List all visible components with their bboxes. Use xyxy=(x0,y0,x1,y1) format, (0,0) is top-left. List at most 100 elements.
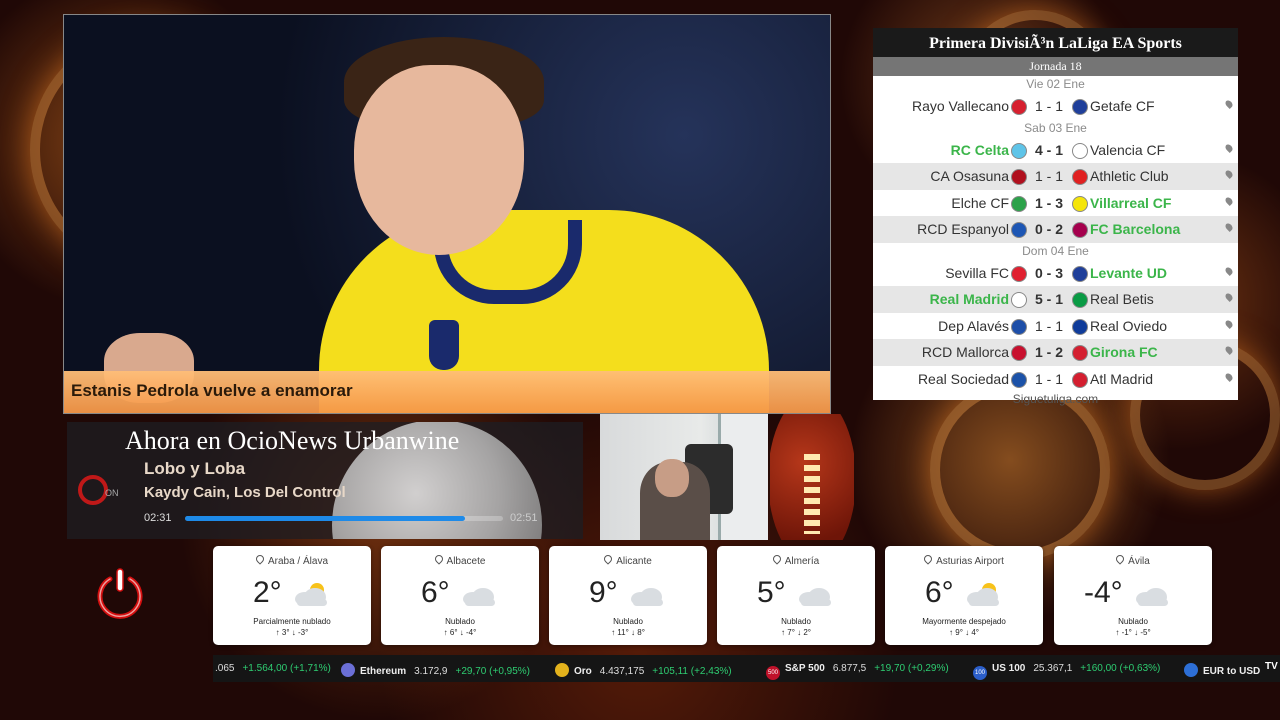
cloudy-icon xyxy=(1136,588,1168,606)
away-team: Villarreal CF xyxy=(1090,194,1172,211)
market-ticker: .065 +1.564,00 (+1,71%) Ethereum 3.172,9 +2… xyxy=(213,655,1280,682)
away-badge-icon xyxy=(1072,265,1088,282)
news-hero[interactable]: Estanis Pedrola vuelve a enamorar xyxy=(63,14,831,414)
match-row[interactable]: CA Osasuna 1 - 1 Athletic Club xyxy=(873,163,1238,190)
weather-temperature: 9° xyxy=(589,576,618,609)
weather-card[interactable]: Ávila -4° Nublado ↑ -1° ↓ -5° xyxy=(1054,546,1212,645)
progress-bar[interactable] xyxy=(185,516,503,521)
away-team: Real Oviedo xyxy=(1090,317,1168,334)
location-pin-icon[interactable] xyxy=(1224,222,1234,232)
home-badge-icon xyxy=(1011,222,1027,238)
weather-card[interactable]: Albacete 6° Nublado ↑ 6° ↓ -4° xyxy=(381,546,539,645)
elapsed-time: 02:31 xyxy=(144,512,172,524)
home-badge-icon xyxy=(1011,292,1027,308)
weather-condition: Nublado xyxy=(445,617,475,626)
home-team: RC Celta xyxy=(950,141,1009,158)
power-icon[interactable] xyxy=(94,567,146,619)
ticker-name: EUR to USD xyxy=(1203,666,1261,677)
song-artist: Kaydy Cain, Los Del Control xyxy=(144,484,346,501)
match-row[interactable]: Real Sociedad 1 - 1 Atl Madrid xyxy=(873,366,1238,393)
location-pin-icon xyxy=(1114,553,1126,565)
weather-hi-lo: ↑ 9° ↓ 4° xyxy=(949,628,979,637)
weather-card[interactable]: Araba / Álava 2° Parcialmente nublado ↑ 3° … xyxy=(213,546,371,645)
away-team: Athletic Club xyxy=(1090,168,1169,184)
match-row[interactable]: Elche CF 1 - 3 Villarreal CF xyxy=(873,190,1238,217)
match-row[interactable]: Sevilla FC 0 - 3 Levante UD xyxy=(873,260,1238,287)
weather-location: Araba / Álava xyxy=(213,553,371,567)
match-score: 1 - 2 xyxy=(1034,344,1063,360)
ticker-item[interactable]: 500 S&P 500 6.877,5 +19,70 (+0,29%) xyxy=(766,663,949,680)
location-pin-icon[interactable] xyxy=(1224,371,1234,382)
cloudy-icon xyxy=(631,588,663,606)
location-pin-icon[interactable] xyxy=(1224,345,1234,355)
match-row[interactable]: RCD Mallorca 1 - 2 Girona FC xyxy=(873,339,1238,366)
location-pin-icon[interactable] xyxy=(1224,99,1234,109)
weather-card[interactable]: Asturias Airport 6° Mayormente despejado ↑ … xyxy=(885,546,1043,645)
weather-location: Almería xyxy=(717,553,875,567)
weather-condition: Parcialmente nublado xyxy=(253,617,331,626)
location-pin-icon xyxy=(432,553,445,565)
weather-location: Ávila xyxy=(1054,553,1212,567)
match-score: 1 - 1 xyxy=(1034,98,1063,114)
ticker-price: 25.367,1 xyxy=(1033,663,1073,674)
weather-condition: Nublado xyxy=(1118,617,1148,626)
match-score: 1 - 1 xyxy=(1034,168,1063,184)
match-row[interactable]: RC Celta 4 - 1 Valencia CF xyxy=(873,137,1238,164)
match-row[interactable]: Real Madrid 5 - 1 Real Betis xyxy=(873,286,1238,313)
location-pin-icon[interactable] xyxy=(1224,142,1234,153)
football-laces xyxy=(804,454,820,534)
ticker-item[interactable]: Oro 4.437,175 +105,11 (+2,43%) xyxy=(555,663,732,677)
league-source[interactable]: Siguetuliga.com xyxy=(873,392,1238,410)
ticker-change: +160,00 (+0,63%) xyxy=(1080,663,1161,674)
ticker-item[interactable]: Ethereum 3.172,9 +29,70 (+0,95%) xyxy=(341,663,530,677)
weather-condition: Nublado xyxy=(613,617,643,626)
away-badge-icon xyxy=(1072,142,1088,159)
ticker-price: 4.437,175 xyxy=(599,666,645,677)
ticker-item[interactable]: EUR to USD xyxy=(1184,663,1276,677)
location-pin-icon[interactable] xyxy=(1224,195,1234,206)
match-row[interactable]: Dep Alavés 1 - 1 Real Oviedo xyxy=(873,313,1238,340)
ticker-symbol-icon: 100 xyxy=(973,666,987,680)
ticker-item[interactable]: 100 US 100 25.367,1 +160,00 (+0,63%) xyxy=(973,663,1160,680)
now-playing-widget: ON Ahora en OcioNews Urbanwine Lobo y Lo… xyxy=(67,422,583,539)
ticker-symbol-icon xyxy=(1184,663,1198,677)
ticker-name: US 100 xyxy=(992,663,1026,674)
away-badge-icon xyxy=(1072,195,1088,212)
home-team: Sevilla FC xyxy=(945,264,1009,281)
home-badge-icon xyxy=(1011,195,1027,212)
match-score: 0 - 3 xyxy=(1034,264,1063,281)
match-score: 1 - 3 xyxy=(1034,194,1063,211)
home-team: Elche CF xyxy=(951,194,1009,211)
ticker-change: +19,70 (+0,29%) xyxy=(874,663,949,674)
football-graphic xyxy=(770,414,854,540)
location-pin-icon[interactable] xyxy=(1224,292,1234,302)
ticker-change: +105,11 (+2,43%) xyxy=(652,666,732,677)
club-crest xyxy=(429,320,459,370)
weather-temperature: 2° xyxy=(253,576,282,609)
location-pin-icon[interactable] xyxy=(1224,169,1234,179)
home-team: Dep Alavés xyxy=(938,317,1009,334)
headline-bar: Estanis Pedrola vuelve a enamorar xyxy=(64,371,830,413)
weather-card[interactable]: Almería 5° Nublado ↑ 7° ↓ 2° xyxy=(717,546,875,645)
home-team: Rayo Vallecano xyxy=(911,98,1009,114)
match-score: 0 - 2 xyxy=(1034,221,1063,237)
home-team: RCD Mallorca xyxy=(921,344,1009,360)
weather-temperature: 6° xyxy=(421,576,450,609)
headline[interactable]: Estanis Pedrola vuelve a enamorar xyxy=(71,381,353,401)
location-pin-icon xyxy=(771,553,783,565)
location-pin-icon[interactable] xyxy=(1224,318,1234,329)
home-badge-icon xyxy=(1011,142,1027,159)
match-row[interactable]: RCD Espanyol 0 - 2 FC Barcelona xyxy=(873,216,1238,243)
match-date: Dom 04 Ene xyxy=(1022,243,1089,258)
weather-temperature: 5° xyxy=(757,576,786,609)
match-date: Vie 02 Ene xyxy=(1026,77,1085,91)
cloudy-icon xyxy=(799,588,831,606)
location-pin-icon xyxy=(254,553,266,565)
ticker-change: +29,70 (+0,95%) xyxy=(455,666,531,677)
weather-location: Asturias Airport xyxy=(885,553,1043,567)
match-row[interactable]: Rayo Vallecano 1 - 1 Getafe CF xyxy=(873,93,1238,120)
location-pin-icon[interactable] xyxy=(1224,265,1234,276)
weather-hi-lo: ↑ 7° ↓ 2° xyxy=(781,628,811,637)
partly-cloudy-icon xyxy=(295,583,327,606)
weather-card[interactable]: Alicante 9° Nublado ↑ 11° ↓ 8° xyxy=(549,546,707,645)
